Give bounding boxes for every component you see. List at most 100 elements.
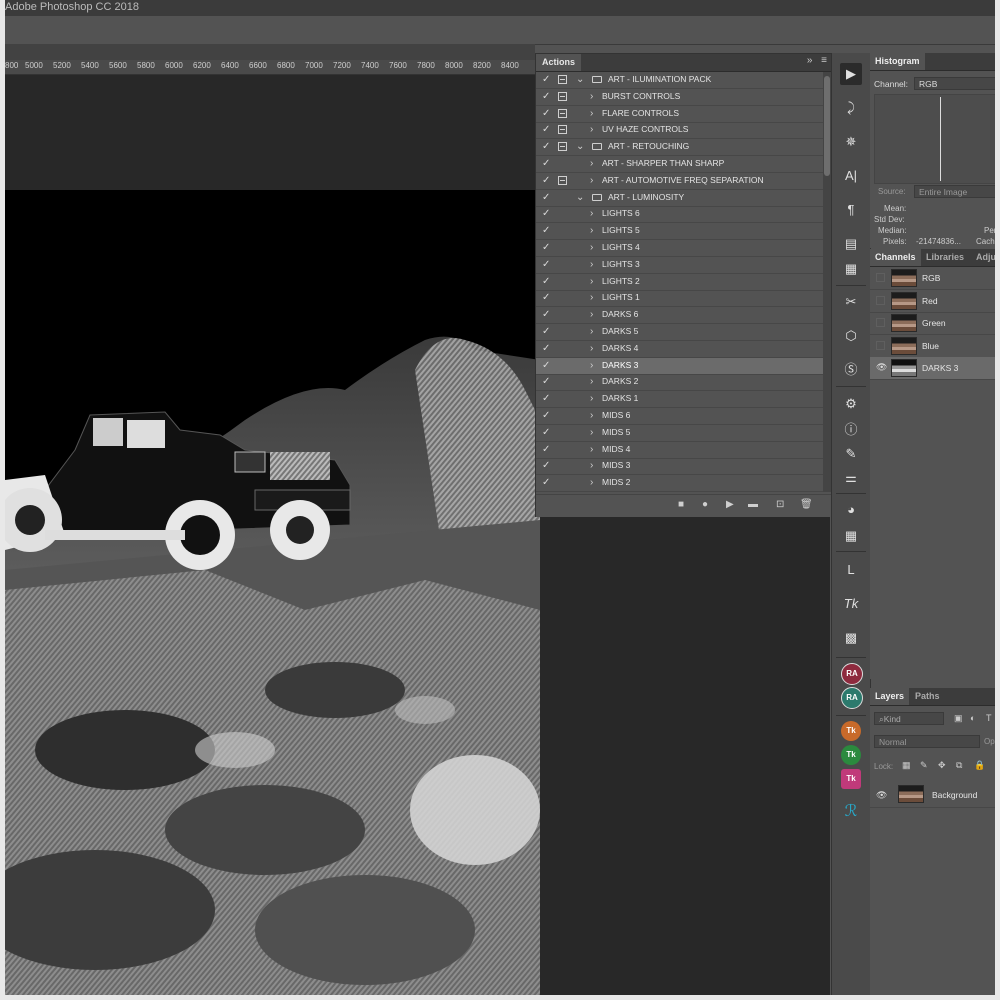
dialog-toggle-icon[interactable] <box>558 327 567 336</box>
chevron-right-icon[interactable]: › <box>590 275 593 289</box>
dialog-toggle-icon[interactable] <box>558 411 567 420</box>
character-icon[interactable]: A| <box>840 165 862 187</box>
dialog-toggle-icon[interactable] <box>558 344 567 353</box>
tk-orange-icon[interactable]: Tk <box>841 721 861 741</box>
include-checkmark-icon[interactable]: ✓ <box>542 325 552 339</box>
channel-row[interactable]: Red <box>870 290 995 313</box>
filter-image-icon[interactable]: ▣ <box>954 713 963 724</box>
paragraph-icon[interactable]: ¶ <box>840 199 862 221</box>
record-icon[interactable]: ● <box>702 499 708 510</box>
include-checkmark-icon[interactable]: ✓ <box>542 258 552 272</box>
include-checkmark-icon[interactable]: ✓ <box>542 90 552 104</box>
include-checkmark-icon[interactable]: ✓ <box>542 443 552 457</box>
dialog-toggle-icon[interactable] <box>558 125 567 135</box>
actions-tab[interactable]: Actions <box>536 54 582 71</box>
chevron-down-icon[interactable]: ⌄ <box>576 73 584 87</box>
actions-scrollbar[interactable] <box>823 72 831 492</box>
stop-icon[interactable]: ■ <box>678 499 684 510</box>
chevron-down-icon[interactable]: ⌄ <box>576 191 584 205</box>
dialog-toggle-icon[interactable] <box>558 428 567 437</box>
info-icon[interactable]: ⓘ <box>840 419 862 441</box>
chevron-right-icon[interactable]: › <box>590 207 593 221</box>
tk-plugin-icon[interactable]: Tk <box>840 593 862 615</box>
layer-row[interactable]: 👁 Background <box>870 783 995 808</box>
tab-libraries[interactable]: Libraries <box>921 249 969 266</box>
action-row[interactable]: ✓ › BURST CONTROLS <box>536 89 823 106</box>
dialog-toggle-icon[interactable] <box>558 175 567 185</box>
chevron-right-icon[interactable]: › <box>590 375 593 389</box>
chevron-right-icon[interactable]: › <box>590 174 593 188</box>
new-set-icon[interactable]: ▬ <box>748 499 758 510</box>
chevron-right-icon[interactable]: › <box>590 392 593 406</box>
dialog-toggle-icon[interactable] <box>558 445 567 454</box>
dialog-toggle-icon[interactable] <box>558 260 567 269</box>
dialog-toggle-icon[interactable] <box>558 159 567 168</box>
filter-adjust-icon[interactable]: ◐ <box>970 713 975 723</box>
chevron-right-icon[interactable]: › <box>590 443 593 457</box>
include-checkmark-icon[interactable]: ✓ <box>542 73 552 87</box>
channel-select[interactable]: RGB <box>914 77 995 90</box>
visibility-toggle[interactable] <box>876 273 885 282</box>
action-row[interactable]: ✓ › LIGHTS 6 <box>536 206 823 224</box>
visibility-toggle[interactable] <box>876 318 885 328</box>
dialog-toggle-icon[interactable] <box>558 75 567 84</box>
actions-play-icon[interactable]: ▶ <box>840 63 862 85</box>
l-plugin-icon[interactable]: L <box>840 559 862 581</box>
dialog-toggle-icon[interactable] <box>558 108 567 118</box>
chevron-right-icon[interactable]: › <box>590 459 593 473</box>
chevron-right-icon[interactable]: › <box>590 241 593 255</box>
include-checkmark-icon[interactable]: ✓ <box>542 123 552 137</box>
chevron-right-icon[interactable]: › <box>590 107 593 121</box>
lock-transparent-icon[interactable]: ▦ <box>902 760 911 771</box>
chevron-right-icon[interactable]: › <box>590 476 593 490</box>
chevron-right-icon[interactable]: › <box>590 258 593 272</box>
include-checkmark-icon[interactable]: ✓ <box>542 409 552 423</box>
3d-icon[interactable]: ⬡ <box>840 325 862 347</box>
lock-position-icon[interactable]: ✥ <box>938 760 946 771</box>
dialog-toggle-icon[interactable] <box>558 461 567 470</box>
dialog-toggle-icon[interactable] <box>558 394 567 403</box>
lock-image-icon[interactable]: ✎ <box>920 760 928 771</box>
lock-all-icon[interactable]: 🔒 <box>974 760 985 771</box>
dialog-toggle-icon[interactable] <box>558 478 567 487</box>
action-row[interactable]: ✓ › DARKS 1 <box>536 391 823 409</box>
properties-icon[interactable]: ⚙ <box>840 393 862 415</box>
brushes-icon[interactable]: ✎ <box>840 443 862 465</box>
include-checkmark-icon[interactable]: ✓ <box>542 207 552 221</box>
dialog-toggle-icon[interactable] <box>558 142 567 152</box>
include-checkmark-icon[interactable]: ✓ <box>542 275 552 289</box>
grid-icon[interactable]: ▦ <box>840 525 862 547</box>
blend-mode-select[interactable]: Normal <box>874 735 980 748</box>
chevron-right-icon[interactable]: › <box>590 308 593 322</box>
visibility-eye-icon[interactable]: 👁 <box>876 790 887 800</box>
kind-filter[interactable]: ⌕Kind <box>874 712 944 725</box>
action-row[interactable]: ✓ › DARKS 2 <box>536 374 823 392</box>
chevron-right-icon[interactable]: › <box>590 426 593 440</box>
action-row[interactable]: ✓ › ART - SHARPER THAN SHARP <box>536 156 823 173</box>
play-icon[interactable]: ▶ <box>726 499 734 510</box>
include-checkmark-icon[interactable]: ✓ <box>542 157 552 171</box>
clone-source-icon[interactable]: ✂ <box>840 291 862 313</box>
action-row[interactable]: ✓ › ART - AUTOMOTIVE FREQ SEPARATION <box>536 173 823 190</box>
include-checkmark-icon[interactable]: ✓ <box>542 291 552 305</box>
glyphs-icon[interactable]: ▤ <box>840 233 862 255</box>
channel-row[interactable]: Blue <box>870 335 995 358</box>
scrollbar-thumb[interactable] <box>824 76 830 176</box>
dialog-toggle-icon[interactable] <box>558 209 567 218</box>
include-checkmark-icon[interactable]: ✓ <box>542 459 552 473</box>
chevron-right-icon[interactable]: › <box>590 409 593 423</box>
navigator-icon[interactable]: ✵ <box>840 131 862 153</box>
action-set-row[interactable]: ✓ ⌄ ART - RETOUCHING <box>536 139 823 157</box>
include-checkmark-icon[interactable]: ✓ <box>542 241 552 255</box>
action-row[interactable]: ✓ › MIDS 2 <box>536 475 823 492</box>
dialog-toggle-icon[interactable] <box>558 277 567 286</box>
include-checkmark-icon[interactable]: ✓ <box>542 308 552 322</box>
tk-pink-icon[interactable]: Tk <box>841 769 861 789</box>
feather-plugin-icon[interactable]: ℛ <box>840 801 862 823</box>
action-row[interactable]: ✓ › DARKS 6 <box>536 307 823 325</box>
action-row[interactable]: ✓ › DARKS 3 <box>536 357 823 375</box>
include-checkmark-icon[interactable]: ✓ <box>542 224 552 238</box>
ra-plugin-red-icon[interactable]: RA <box>841 663 863 685</box>
visibility-toggle[interactable] <box>876 340 885 350</box>
action-row[interactable]: ✓ › FLARE CONTROLS <box>536 106 823 123</box>
